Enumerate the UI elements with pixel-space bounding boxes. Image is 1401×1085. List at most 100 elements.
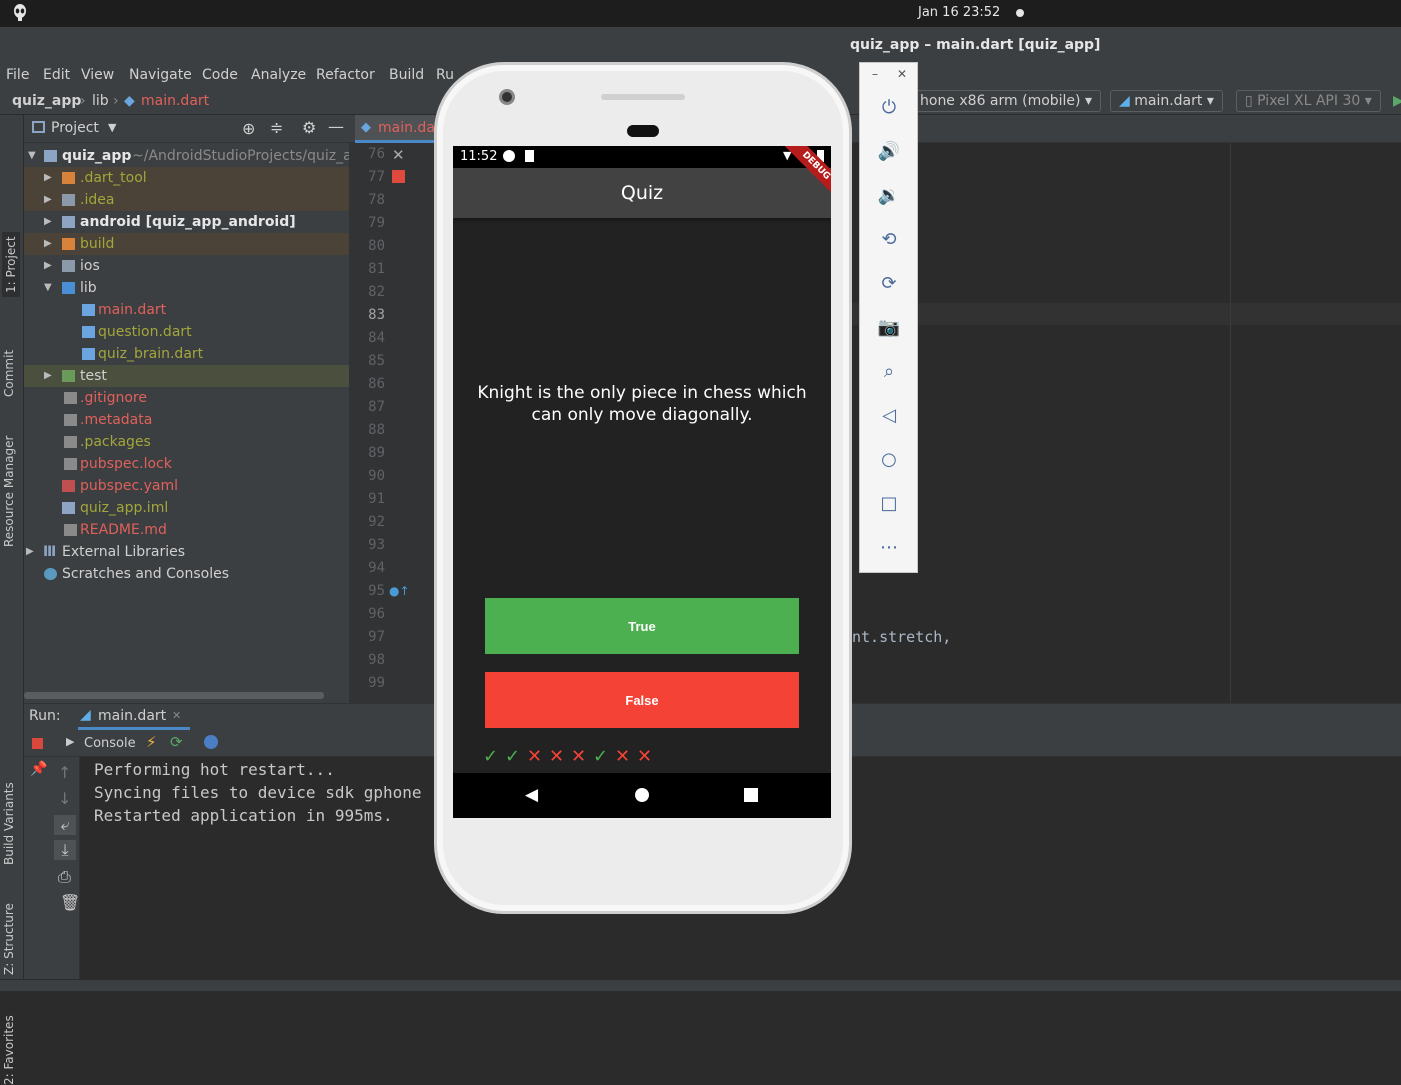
- menu-analyze[interactable]: Analyze: [251, 67, 306, 83]
- chevron-right-icon[interactable]: ▶: [44, 233, 52, 255]
- pin-icon[interactable]: 📌: [30, 761, 47, 777]
- false-button[interactable]: False: [485, 672, 799, 728]
- true-button[interactable]: True: [485, 598, 799, 654]
- camera-icon[interactable]: 📷: [878, 316, 900, 338]
- back-icon[interactable]: ◁: [878, 404, 900, 426]
- line-number: 92: [368, 514, 385, 530]
- close-icon[interactable]: ✕: [392, 146, 405, 164]
- tree-item-scratches[interactable]: Scratches and Consoles: [24, 563, 349, 585]
- tree-item-external-libraries[interactable]: ▶ Ⅲ External Libraries: [24, 541, 349, 563]
- override-marker-icon[interactable]: ●↑: [389, 584, 410, 598]
- tree-item-readme[interactable]: README.md: [24, 519, 349, 541]
- tree-item-pubspec-yaml[interactable]: pubspec.yaml: [24, 475, 349, 497]
- chevron-right-icon[interactable]: ▶: [26, 541, 34, 563]
- trash-icon[interactable]: 🗑: [60, 893, 80, 912]
- avd-selector[interactable]: ▯ Pixel XL API 30 ▾: [1236, 90, 1381, 112]
- arrow-up-icon[interactable]: ↑: [58, 763, 71, 782]
- gear-icon[interactable]: ⚙: [302, 118, 316, 137]
- home-icon[interactable]: ○: [878, 448, 900, 470]
- minimize-icon[interactable]: –: [872, 67, 878, 81]
- tool-tab-project[interactable]: 1: Project: [2, 232, 20, 297]
- editor-tab-main-dart[interactable]: ◆ main.da: [355, 115, 435, 143]
- nav-recents-icon[interactable]: [744, 788, 758, 802]
- tool-tab-favorites[interactable]: 2: Favorites: [2, 1015, 16, 1085]
- tree-item-dart-tool[interactable]: ▶ .dart_tool: [24, 167, 349, 189]
- volume-up-icon[interactable]: 🔊: [878, 140, 900, 162]
- close-tab-icon[interactable]: ✕: [172, 709, 181, 722]
- dart-file-icon: [82, 348, 95, 360]
- chevron-right-icon[interactable]: ▶: [44, 255, 52, 277]
- run-tab-main-dart[interactable]: ◢ main.dart ✕: [78, 704, 190, 730]
- chevron-right-icon[interactable]: ▶: [44, 211, 52, 233]
- menu-file[interactable]: File: [6, 67, 29, 83]
- arrow-down-icon[interactable]: ↓: [58, 789, 71, 808]
- scroll-to-end-icon[interactable]: ⤓: [54, 840, 76, 860]
- tool-tab-commit[interactable]: Commit: [2, 350, 16, 397]
- chevron-down-icon[interactable]: ▼: [28, 145, 36, 167]
- breadcrumb-folder[interactable]: lib: [92, 93, 109, 109]
- project-view-selector[interactable]: Project: [51, 120, 99, 136]
- power-icon[interactable]: ⏻: [878, 96, 900, 118]
- hot-restart-icon[interactable]: ⟳: [170, 733, 183, 751]
- tree-item-ios[interactable]: ▶ ios: [24, 255, 349, 277]
- device-selector[interactable]: hone x86 arm (mobile) ▾: [912, 90, 1101, 112]
- folder-icon: [62, 194, 75, 206]
- chevron-right-icon[interactable]: ▶: [44, 189, 52, 211]
- chevron-down-icon[interactable]: ▼: [44, 277, 52, 299]
- run-icon[interactable]: ▶: [1393, 93, 1401, 109]
- rotate-left-icon[interactable]: ⟲: [878, 228, 900, 250]
- system-clock[interactable]: Jan 16 23:52: [918, 5, 1000, 20]
- breadcrumb-project[interactable]: quiz_app: [12, 93, 81, 109]
- hide-panel-icon[interactable]: —: [328, 117, 344, 136]
- overview-icon[interactable]: □: [878, 492, 900, 514]
- devtools-icon[interactable]: [204, 735, 218, 749]
- tool-tab-build-variants[interactable]: Build Variants: [2, 782, 16, 865]
- console-tab[interactable]: Console: [84, 736, 136, 751]
- menu-view[interactable]: View: [81, 67, 114, 83]
- zoom-icon[interactable]: ⌕: [878, 360, 900, 382]
- rotate-right-icon[interactable]: ⟳: [878, 272, 900, 294]
- tool-tab-structure[interactable]: Z: Structure: [2, 903, 16, 975]
- breakpoint-icon[interactable]: [392, 170, 405, 183]
- tree-item-android[interactable]: ▶ android [quiz_app_android]: [24, 211, 349, 233]
- tree-item-quiz-brain-dart[interactable]: quiz_brain.dart: [24, 343, 349, 365]
- volume-down-icon[interactable]: 🔉: [878, 184, 900, 206]
- horizontal-scrollbar[interactable]: [24, 692, 324, 699]
- collapse-all-icon[interactable]: ≑: [270, 118, 283, 137]
- tree-item-lib[interactable]: ▼ lib: [24, 277, 349, 299]
- menu-code[interactable]: Code: [202, 67, 238, 83]
- menu-run[interactable]: Ru: [436, 67, 454, 83]
- tree-item-packages[interactable]: .packages: [24, 431, 349, 453]
- tree-item-pubspec-lock[interactable]: pubspec.lock: [24, 453, 349, 475]
- chevron-right-icon[interactable]: ▶: [44, 167, 52, 189]
- chevron-down-icon[interactable]: ▼: [108, 121, 116, 134]
- tree-item-gitignore[interactable]: .gitignore: [24, 387, 349, 409]
- nav-back-icon[interactable]: ◀: [525, 785, 538, 805]
- tree-item-main-dart[interactable]: main.dart: [24, 299, 349, 321]
- tree-item-root[interactable]: ▼ quiz_app ~/AndroidStudioProjects/quiz_…: [24, 145, 352, 167]
- run-config-selector[interactable]: ◢ main.dart ▾: [1110, 90, 1223, 112]
- menu-refactor[interactable]: Refactor: [316, 67, 375, 83]
- chevron-right-icon[interactable]: ▶: [44, 365, 52, 387]
- menu-navigate[interactable]: Navigate: [129, 67, 192, 83]
- stop-icon[interactable]: [32, 738, 43, 749]
- tree-item-idea[interactable]: ▶ .idea: [24, 189, 349, 211]
- menu-build[interactable]: Build: [389, 67, 424, 83]
- tool-tab-resource-manager[interactable]: Resource Manager: [2, 436, 16, 547]
- hot-reload-icon[interactable]: ⚡: [146, 733, 157, 751]
- soft-wrap-icon[interactable]: ⤶: [54, 815, 76, 835]
- menu-edit[interactable]: Edit: [43, 67, 70, 83]
- print-icon[interactable]: ⎙: [58, 867, 71, 887]
- close-icon[interactable]: ✕: [897, 67, 907, 81]
- tree-item-build[interactable]: ▶ build: [24, 233, 349, 255]
- more-icon[interactable]: ⋯: [878, 536, 900, 558]
- library-icon: Ⅲ: [43, 544, 57, 560]
- nav-home-icon[interactable]: [635, 788, 649, 802]
- tree-item-quiz-app-iml[interactable]: quiz_app.iml: [24, 497, 349, 519]
- tree-item-test[interactable]: ▶ test: [24, 365, 349, 387]
- breadcrumb-file[interactable]: main.dart: [141, 93, 209, 109]
- tree-item-question-dart[interactable]: question.dart: [24, 321, 349, 343]
- locate-icon[interactable]: ⊕: [242, 119, 255, 138]
- tree-item-metadata[interactable]: .metadata: [24, 409, 349, 431]
- alien-logo-icon[interactable]: [12, 4, 28, 22]
